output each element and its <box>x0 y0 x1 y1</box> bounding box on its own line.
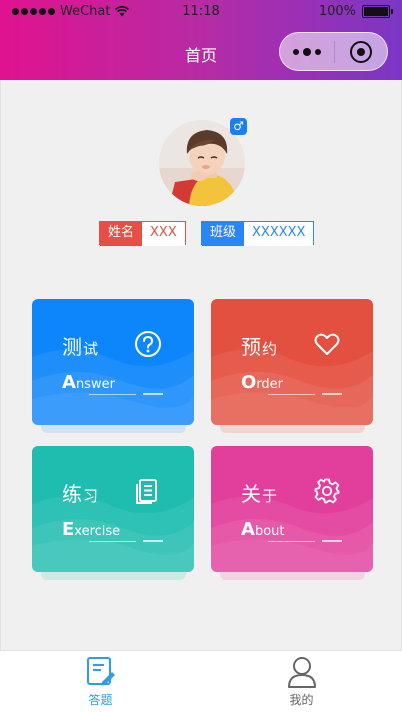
more-button[interactable] <box>280 33 334 70</box>
underline-accent <box>143 393 163 395</box>
male-icon: ♂ <box>230 118 247 135</box>
main-content: ♂ 姓名 XXX 班级 XXXXXX 测试 Answer 预约 Order 练习… <box>0 80 402 650</box>
underline-accent <box>143 540 163 542</box>
tab-mine-label: 我的 <box>289 693 314 707</box>
tab-answer-label: 答题 <box>88 693 113 707</box>
tab-mine[interactable]: 我的 <box>201 651 402 712</box>
card-subtitle: Order <box>241 372 284 393</box>
class-label: 班级 <box>202 222 245 246</box>
gear-icon <box>314 478 340 504</box>
name-label: 姓名 <box>100 222 143 246</box>
card-title: 关于 <box>241 482 279 506</box>
about-card[interactable]: 关于 About <box>211 446 373 572</box>
name-tag: 姓名 XXX <box>99 221 186 246</box>
underline-accent <box>322 540 342 542</box>
order-card[interactable]: 预约 Order <box>211 299 373 425</box>
heart-icon <box>314 333 340 355</box>
miniprogram-capsule <box>279 32 388 71</box>
tab-answer[interactable]: 答题 <box>0 651 201 712</box>
answer-card[interactable]: 测试 Answer <box>32 299 194 425</box>
quiz-edit-icon <box>87 657 115 686</box>
underline <box>268 394 315 395</box>
close-target-icon <box>350 40 372 63</box>
status-right: 100% <box>318 4 393 19</box>
underline <box>89 394 136 395</box>
underline <box>268 541 315 542</box>
more-icon <box>293 48 299 55</box>
tab-bar: 答题 我的 <box>0 650 402 712</box>
battery-icon <box>362 5 393 18</box>
underline-accent <box>322 393 342 395</box>
header: WeChat 11:18 100% 首页 <box>0 0 402 80</box>
underline <box>89 541 136 542</box>
name-value: XXX <box>142 222 185 246</box>
close-button[interactable] <box>335 33 387 70</box>
status-bar: WeChat 11:18 100% <box>0 4 402 22</box>
card-subtitle: Answer <box>62 372 115 393</box>
exercise-card[interactable]: 练习 Exercise <box>32 446 194 572</box>
card-title: 预约 <box>241 335 279 359</box>
card-subtitle: About <box>241 519 285 540</box>
wave-decoration <box>32 349 194 425</box>
wave-decoration <box>211 496 373 572</box>
card-title: 测试 <box>62 335 100 359</box>
card-title: 练习 <box>62 482 100 506</box>
battery-percent: 100% <box>318 4 356 19</box>
user-icon <box>288 657 316 688</box>
class-tag: 班级 XXXXXX <box>201 221 315 246</box>
wave-decoration <box>211 349 373 425</box>
question-icon <box>135 331 161 357</box>
wave-decoration <box>32 496 194 572</box>
document-icon <box>136 479 157 504</box>
class-value: XXXXXX <box>244 222 314 246</box>
card-subtitle: Exercise <box>62 519 121 540</box>
